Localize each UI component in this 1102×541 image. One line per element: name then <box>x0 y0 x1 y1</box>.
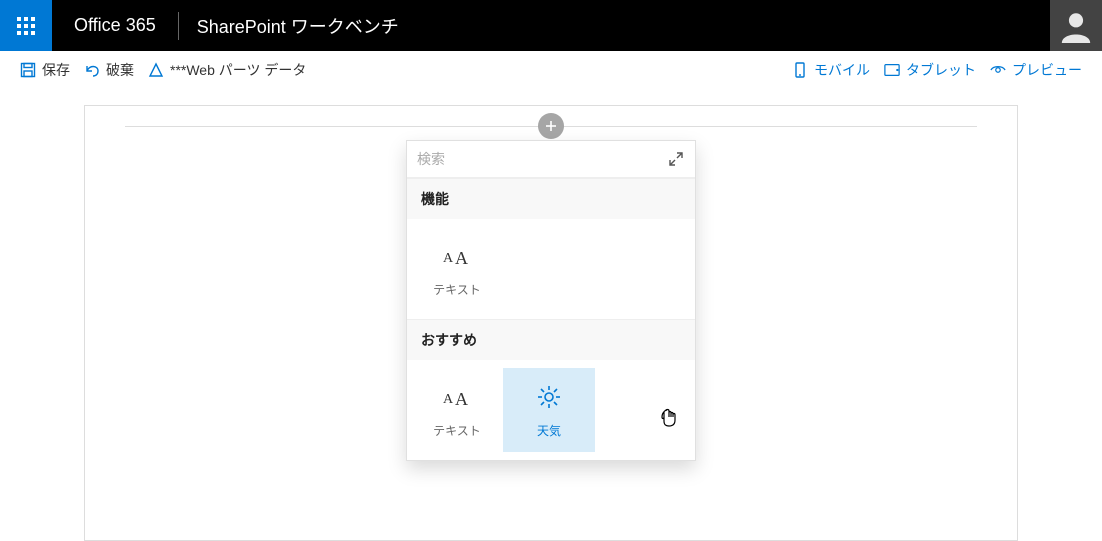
preview-button[interactable]: プレビュー <box>990 60 1082 80</box>
mobile-label: モバイル <box>814 60 870 80</box>
triangle-icon <box>148 62 164 78</box>
tile-text-1-label: テキスト <box>433 281 481 298</box>
svg-text:A: A <box>443 251 454 266</box>
command-bar: 保存 破棄 ***Web パーツ データ モバイル タブレット プレビュー <box>0 51 1102 89</box>
tablet-icon <box>884 62 900 78</box>
tablet-button[interactable]: タブレット <box>884 60 976 80</box>
preview-label: プレビュー <box>1012 60 1082 80</box>
mobile-button[interactable]: モバイル <box>792 60 870 80</box>
tile-text-2-label: テキスト <box>433 422 481 439</box>
text-icon: AA <box>443 241 471 271</box>
save-icon <box>20 62 36 78</box>
sun-icon <box>536 382 562 412</box>
brand-label[interactable]: Office 365 <box>52 0 178 51</box>
add-webpart-button[interactable] <box>538 113 564 139</box>
canvas-area: 機能 AA テキスト おすすめ AA テキスト <box>84 105 1018 541</box>
avatar[interactable] <box>1050 0 1102 51</box>
search-input[interactable] <box>417 147 667 171</box>
webparts-data-button[interactable]: ***Web パーツ データ <box>148 60 306 80</box>
page-title: SharePoint ワークベンチ <box>179 0 417 51</box>
svg-text:A: A <box>443 392 454 407</box>
tile-text-1[interactable]: AA テキスト <box>411 227 503 311</box>
tile-weather[interactable]: 天気 <box>503 368 595 452</box>
tile-text-2[interactable]: AA テキスト <box>411 368 503 452</box>
mobile-icon <box>792 62 808 78</box>
webparts-data-label: ***Web パーツ データ <box>170 60 306 80</box>
mouse-cursor <box>660 408 678 431</box>
picker-header <box>407 141 695 178</box>
webpart-picker: 機能 AA テキスト おすすめ AA テキスト <box>406 140 696 461</box>
waffle-icon <box>16 16 36 36</box>
save-button[interactable]: 保存 <box>20 60 70 80</box>
svg-text:A: A <box>455 248 468 268</box>
tile-weather-label: 天気 <box>537 422 561 439</box>
person-icon <box>1059 9 1093 43</box>
top-bar: Office 365 SharePoint ワークベンチ <box>0 0 1102 51</box>
group-features-tiles: AA テキスト <box>407 219 695 319</box>
group-recommended-title: おすすめ <box>407 319 695 360</box>
expand-icon <box>668 151 684 167</box>
undo-icon <box>84 62 100 78</box>
discard-button[interactable]: 破棄 <box>84 60 134 80</box>
text-icon: AA <box>443 382 471 412</box>
expand-button[interactable] <box>667 150 685 168</box>
app-launcher-waffle[interactable] <box>0 0 52 51</box>
save-label: 保存 <box>42 60 70 80</box>
plus-icon <box>544 119 558 133</box>
discard-label: 破棄 <box>106 60 134 80</box>
group-features-title: 機能 <box>407 178 695 219</box>
svg-text:A: A <box>455 389 468 409</box>
tablet-label: タブレット <box>906 60 976 80</box>
group-recommended-tiles: AA テキスト 天気 <box>407 360 695 460</box>
eye-icon <box>990 62 1006 78</box>
